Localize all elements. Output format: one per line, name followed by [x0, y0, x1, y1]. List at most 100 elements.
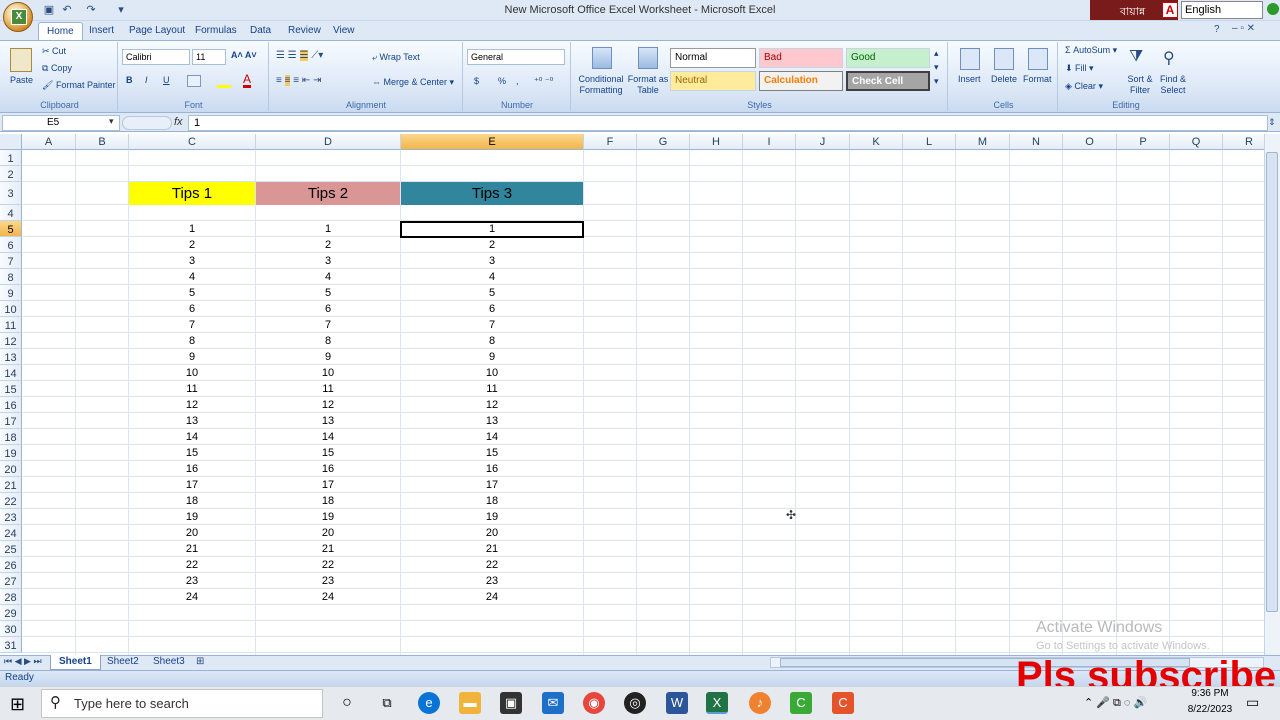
merge-center-button[interactable]: ⇔ Merge & Center ▾ — [372, 77, 454, 88]
cell-e8[interactable]: 4 — [401, 269, 583, 285]
name-box-dropdown-icon[interactable]: ▾ — [109, 116, 114, 127]
row-header-29[interactable]: 29 — [0, 605, 22, 621]
word-icon[interactable]: W — [666, 692, 688, 714]
cell-e11[interactable]: 7 — [401, 317, 583, 333]
column-header-a[interactable]: A — [22, 134, 76, 150]
cell-c24[interactable]: 20 — [129, 525, 255, 541]
excel-taskbar-icon[interactable]: X — [706, 692, 728, 714]
cell-e9[interactable]: 5 — [401, 285, 583, 301]
expand-formula-icon[interactable]: ⇕ — [1268, 117, 1276, 128]
worksheet-grid[interactable]: ABCDEFGHIJKLMNOPQR 1 2 3 4 5 6 7 8 9 10 11 12 13 14 15… — [0, 134, 1264, 655]
row-header-18[interactable]: 18 — [0, 429, 22, 445]
cell-d15[interactable]: 11 — [256, 381, 400, 397]
font-size-select[interactable]: 11 — [192, 49, 226, 65]
row-header-9[interactable]: 9 — [0, 285, 22, 301]
cell-d16[interactable]: 12 — [256, 397, 400, 413]
number-format-select[interactable]: General — [467, 49, 565, 65]
cell-d24[interactable]: 20 — [256, 525, 400, 541]
insert-function-icon[interactable]: fx — [174, 116, 183, 128]
tab-page-layout[interactable]: Page Layout — [121, 22, 193, 41]
office-button[interactable]: X — [3, 2, 33, 32]
cell-e26[interactable]: 22 — [401, 557, 583, 573]
delete-cells-button[interactable]: Delete — [991, 74, 1017, 84]
cell-c20[interactable]: 16 — [129, 461, 255, 477]
cell-c25[interactable]: 21 — [129, 541, 255, 557]
cell-d28[interactable]: 24 — [256, 589, 400, 605]
sheet-tab-1[interactable]: Sheet1 — [50, 655, 101, 670]
row-header-11[interactable]: 11 — [0, 317, 22, 333]
vertical-scroll-thumb[interactable] — [1266, 152, 1278, 612]
tab-view[interactable]: View — [325, 22, 363, 41]
tab-data[interactable]: Data — [242, 22, 279, 41]
cell-d26[interactable]: 22 — [256, 557, 400, 573]
cell-c5[interactable]: 1 — [129, 221, 255, 237]
sheet-tab-3[interactable]: Sheet3 — [145, 655, 193, 670]
cell-e18[interactable]: 14 — [401, 429, 583, 445]
cortana-icon[interactable]: ○ — [336, 692, 358, 714]
edge-icon[interactable]: e — [418, 692, 440, 714]
cell-d11[interactable]: 7 — [256, 317, 400, 333]
cell-e28[interactable]: 24 — [401, 589, 583, 605]
paste-icon[interactable] — [10, 48, 32, 72]
active-cell-selection[interactable] — [400, 221, 584, 238]
cell-e23[interactable]: 19 — [401, 509, 583, 525]
cell-c16[interactable]: 12 — [129, 397, 255, 413]
notification-icon[interactable]: ▭ — [1246, 694, 1259, 711]
column-header-k[interactable]: K — [850, 134, 903, 150]
minimize-icon[interactable]: ‒ ▫ ✕ — [1232, 23, 1255, 34]
column-header-o[interactable]: O — [1063, 134, 1117, 150]
row-header-4[interactable]: 4 — [0, 205, 22, 221]
cell-c27[interactable]: 23 — [129, 573, 255, 589]
cell-d9[interactable]: 5 — [256, 285, 400, 301]
sort-filter-icon[interactable]: ⧩ — [1129, 48, 1143, 66]
help-icon[interactable]: ? — [1214, 24, 1220, 35]
autosum-button[interactable]: Σ AutoSum ▾ — [1065, 45, 1117, 56]
row-header-19[interactable]: 19 — [0, 445, 22, 461]
column-header-d[interactable]: D — [256, 134, 401, 150]
delete-cells-icon[interactable] — [994, 48, 1014, 70]
row-header-13[interactable]: 13 — [0, 349, 22, 365]
cell-d25[interactable]: 21 — [256, 541, 400, 557]
tray-icons[interactable]: ⌃ 🎤 ⧉ ◌ 🔊 — [1084, 696, 1147, 710]
cell-d10[interactable]: 6 — [256, 301, 400, 317]
cell-e16[interactable]: 12 — [401, 397, 583, 413]
row-header-22[interactable]: 22 — [0, 493, 22, 509]
row-header-7[interactable]: 7 — [0, 253, 22, 269]
row-header-1[interactable]: 1 — [0, 150, 22, 166]
camtasia-green-icon[interactable]: C — [790, 692, 812, 714]
cell-c15[interactable]: 11 — [129, 381, 255, 397]
cell-d23[interactable]: 19 — [256, 509, 400, 525]
cell-d17[interactable]: 13 — [256, 413, 400, 429]
style-normal[interactable]: Normal — [670, 48, 756, 68]
cell-d20[interactable]: 16 — [256, 461, 400, 477]
sheet-tab-2[interactable]: Sheet2 — [99, 655, 147, 670]
row-header-3[interactable]: 3 — [0, 182, 22, 205]
cell-c17[interactable]: 13 — [129, 413, 255, 429]
tab-home[interactable]: Home — [38, 22, 83, 41]
format-cells-icon[interactable] — [1028, 48, 1048, 70]
column-header-r[interactable]: R — [1223, 134, 1264, 150]
styles-scroll-icon[interactable]: ▴ ▾ ▾ — [934, 46, 939, 88]
tab-formulas[interactable]: Formulas — [187, 22, 245, 41]
underline-button[interactable]: U — [163, 75, 170, 85]
cell-d3[interactable]: Tips 2 — [256, 182, 400, 205]
cell-e10[interactable]: 6 — [401, 301, 583, 317]
format-painter-button[interactable]: 🖌 Format Painter — [42, 80, 115, 91]
column-header-q[interactable]: Q — [1170, 134, 1223, 150]
cell-d13[interactable]: 9 — [256, 349, 400, 365]
row-header-8[interactable]: 8 — [0, 269, 22, 285]
column-header-f[interactable]: F — [584, 134, 637, 150]
chrome-icon[interactable]: ◉ — [583, 692, 605, 714]
taskbar-search[interactable]: Type here to search — [41, 689, 323, 718]
cell-e13[interactable]: 9 — [401, 349, 583, 365]
cell-c28[interactable]: 24 — [129, 589, 255, 605]
row-header-31[interactable]: 31 — [0, 637, 22, 653]
store-icon[interactable]: ▣ — [500, 692, 522, 714]
percent-button[interactable]: % — [498, 76, 506, 86]
currency-button[interactable]: $ — [474, 76, 479, 86]
cell-d6[interactable]: 2 — [256, 237, 400, 253]
cell-e19[interactable]: 15 — [401, 445, 583, 461]
conditional-formatting-icon[interactable] — [592, 47, 612, 69]
task-view-icon[interactable]: ⧉ — [376, 692, 398, 714]
column-header-c[interactable]: C — [129, 134, 256, 150]
